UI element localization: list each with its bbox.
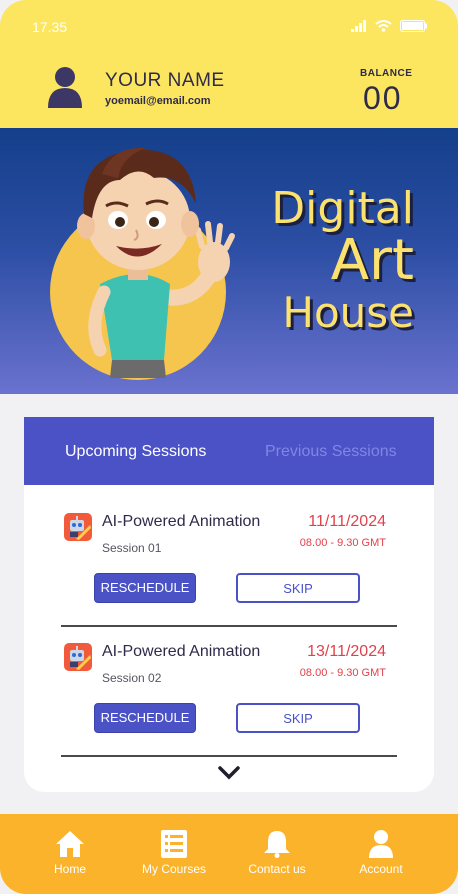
session-time: 08.00 - 9.30 GMT	[299, 667, 386, 679]
session-date: 11/11/2024	[308, 513, 386, 530]
wifi-icon	[375, 20, 392, 32]
nav-contact-us[interactable]: Contact us	[232, 814, 322, 894]
nav-home[interactable]: Home	[25, 814, 115, 894]
hero-title-line2: Art	[330, 228, 414, 294]
signal-icon	[351, 20, 366, 32]
balance-label: BALANCE	[360, 68, 413, 79]
list-icon	[161, 830, 187, 858]
home-icon	[56, 831, 84, 857]
nav-contact-us-label: Contact us	[248, 862, 306, 876]
session-tabs: Upcoming Sessions Previous Sessions	[24, 417, 434, 485]
session-number: Session 02	[102, 671, 162, 685]
nav-my-courses[interactable]: My Courses	[129, 814, 219, 894]
tab-previous-sessions[interactable]: Previous Sessions	[265, 443, 397, 461]
session-title: AI-Powered Animation	[102, 643, 261, 660]
session-time: 08.00 - 9.30 GMT	[299, 537, 386, 549]
skip-button[interactable]: SKIP	[236, 573, 360, 603]
robot-art-icon	[64, 643, 92, 671]
avatar-icon[interactable]	[46, 66, 84, 108]
user-email: yoemail@email.com	[105, 95, 211, 107]
bottom-nav: Home My Courses Contact us Account	[0, 814, 458, 894]
chevron-down-icon[interactable]	[217, 765, 241, 781]
session-number: Session 01	[102, 541, 162, 555]
skip-button[interactable]: SKIP	[236, 703, 360, 733]
nav-my-courses-label: My Courses	[141, 862, 206, 876]
nav-account-label: Account	[359, 862, 403, 876]
waving-boy-illustration	[50, 147, 235, 380]
session-title: AI-Powered Animation	[102, 513, 261, 530]
hero-title-line3: House	[282, 287, 414, 337]
session-item: AI-Powered Animation Session 02 13/11/20…	[24, 629, 434, 755]
status-time: 17.35	[32, 19, 68, 35]
sessions-card: Upcoming Sessions Previous Sessions AI-P…	[24, 417, 434, 792]
user-icon	[369, 830, 393, 858]
robot-art-icon	[64, 513, 92, 541]
session-item: AI-Powered Animation Session 01 11/11/20…	[24, 499, 434, 625]
divider	[61, 755, 397, 757]
app-screen: 17.35 YOUR NAME yoemail@email.com BALANC…	[0, 0, 458, 894]
header: 17.35 YOUR NAME yoemail@email.com BALANC…	[0, 0, 458, 128]
status-icons	[351, 20, 428, 32]
tab-upcoming-sessions[interactable]: Upcoming Sessions	[65, 443, 206, 461]
battery-icon	[400, 20, 427, 32]
hero-banner: Digital Art House	[0, 128, 458, 394]
nav-account[interactable]: Account	[336, 814, 426, 894]
user-name: YOUR NAME	[105, 70, 225, 91]
nav-home-label: Home	[53, 862, 86, 876]
reschedule-button[interactable]: RESCHEDULE	[94, 573, 196, 603]
balance-value: 00	[363, 80, 403, 116]
session-date: 13/11/2024	[307, 643, 386, 660]
bell-icon	[264, 831, 290, 858]
divider	[61, 625, 397, 627]
reschedule-button[interactable]: RESCHEDULE	[94, 703, 196, 733]
hero-title-line1: Digital	[271, 183, 414, 234]
hero-title: Digital Art House	[271, 183, 414, 337]
